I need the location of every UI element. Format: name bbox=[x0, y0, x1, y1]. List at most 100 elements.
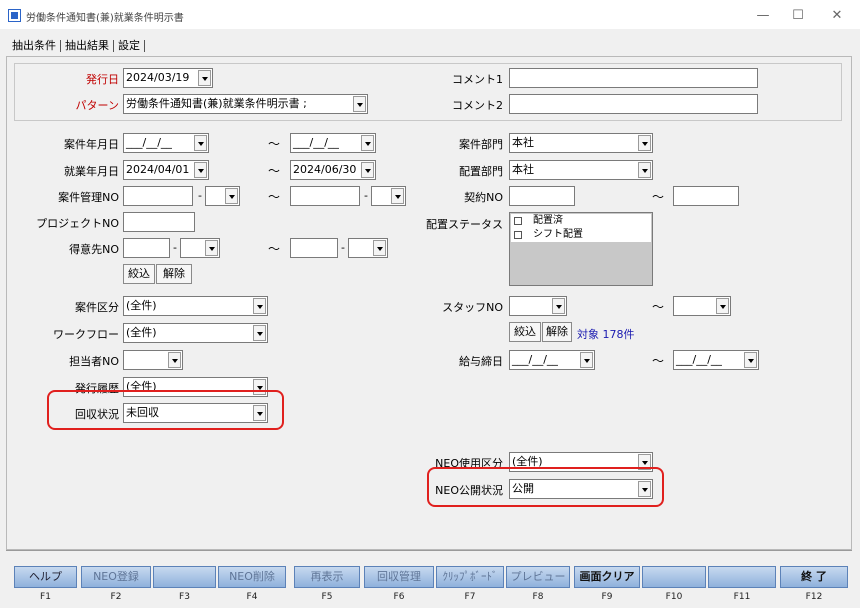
fkey-f1-help[interactable]: ヘルプ bbox=[14, 566, 77, 588]
project-no-input[interactable] bbox=[123, 212, 195, 232]
chevron-down-icon[interactable] bbox=[716, 298, 729, 314]
chevron-down-icon[interactable] bbox=[168, 352, 181, 368]
range-tilde: ～ bbox=[268, 242, 281, 256]
staff-clear-button[interactable]: 解除 bbox=[542, 322, 572, 342]
pay-close-date-from-select[interactable]: ___/__/__ bbox=[509, 350, 595, 370]
workflow-label: ワークフロー bbox=[53, 328, 119, 341]
dash-separator: - bbox=[173, 241, 177, 254]
staff-no-from-select[interactable] bbox=[509, 296, 567, 316]
range-tilde: ～ bbox=[268, 164, 281, 178]
work-date-to-select[interactable]: 2024/06/30 bbox=[290, 160, 376, 180]
comment1-input[interactable] bbox=[509, 68, 758, 88]
range-tilde: ～ bbox=[652, 354, 665, 368]
close-button[interactable]: ✕ bbox=[814, 0, 860, 30]
chevron-down-icon[interactable] bbox=[552, 298, 565, 314]
chevron-down-icon[interactable] bbox=[373, 240, 386, 256]
issue-date-select[interactable]: 2024/03/19 bbox=[123, 68, 213, 88]
case-dept-value: 本社 bbox=[512, 136, 534, 149]
pattern-select[interactable]: 労働条件通知書(兼)就業条件明示書 ; bbox=[123, 94, 368, 114]
fkey-f7-clipboard[interactable]: ｸﾘｯﾌﾟﾎﾞｰﾄﾞ bbox=[436, 566, 504, 588]
chevron-down-icon[interactable] bbox=[353, 96, 366, 112]
case-mgmt-no-label: 案件管理NO bbox=[58, 191, 119, 204]
chevron-down-icon[interactable] bbox=[205, 240, 218, 256]
fkey-f11[interactable] bbox=[708, 566, 776, 588]
work-date-label: 就業年月日 bbox=[64, 165, 119, 178]
work-date-from-select[interactable]: 2024/04/01 bbox=[123, 160, 209, 180]
case-dept-select[interactable]: 本社 bbox=[509, 133, 653, 153]
contract-no-from-input[interactable] bbox=[509, 186, 575, 206]
client-no-from-branch-select[interactable] bbox=[180, 238, 220, 258]
tab-extract-results[interactable]: 抽出結果 bbox=[63, 38, 111, 54]
client-no-to-input[interactable] bbox=[290, 238, 338, 258]
chevron-down-icon[interactable] bbox=[198, 70, 211, 86]
contract-no-to-input[interactable] bbox=[673, 186, 739, 206]
case-mgmt-no-from-branch-select[interactable] bbox=[205, 186, 240, 206]
pattern-value: 労働条件通知書(兼)就業条件明示書 ; bbox=[126, 97, 307, 110]
project-no-label: プロジェクトNO bbox=[36, 217, 119, 230]
staff-no-to-select[interactable] bbox=[673, 296, 731, 316]
fkey-f4-neo-delete[interactable]: NEO削除 bbox=[218, 566, 286, 588]
case-category-value: (全件) bbox=[126, 299, 157, 312]
chevron-down-icon[interactable] bbox=[253, 298, 266, 314]
chevron-down-icon[interactable] bbox=[361, 135, 374, 151]
pay-close-date-label: 給与締日 bbox=[459, 355, 503, 368]
chevron-down-icon[interactable] bbox=[638, 135, 651, 151]
chevron-down-icon[interactable] bbox=[225, 188, 238, 204]
checkbox[interactable] bbox=[514, 217, 522, 225]
neo-public-status-highlight bbox=[427, 467, 664, 507]
tab-extract-conditions[interactable]: 抽出条件 bbox=[10, 38, 58, 54]
chevron-down-icon[interactable] bbox=[361, 162, 374, 178]
comment2-label: コメント2 bbox=[452, 99, 503, 112]
fkey-f9-clear-screen[interactable]: 画面クリア bbox=[574, 566, 640, 588]
assign-dept-select[interactable]: 本社 bbox=[509, 160, 653, 180]
workflow-select[interactable]: (全件) bbox=[123, 323, 268, 343]
case-date-to-select[interactable]: ___/__/__ bbox=[290, 133, 376, 153]
fkey-label: F8 bbox=[532, 592, 544, 602]
fkey-f3[interactable] bbox=[153, 566, 216, 588]
fkey-f12-exit[interactable]: 終 了 bbox=[780, 566, 848, 588]
fkey-label: F10 bbox=[665, 592, 683, 602]
chevron-down-icon[interactable] bbox=[194, 162, 207, 178]
case-date-from-select[interactable]: ___/__/__ bbox=[123, 133, 209, 153]
case-category-select[interactable]: (全件) bbox=[123, 296, 268, 316]
fkey-f8-preview[interactable]: プレビュー bbox=[506, 566, 570, 588]
fkey-f6-collection-mgmt[interactable]: 回収管理 bbox=[364, 566, 434, 588]
clear-button[interactable]: 解除 bbox=[156, 264, 192, 284]
pay-close-date-to-value: ___/__/__ bbox=[676, 353, 722, 366]
staff-in-charge-no-select[interactable] bbox=[123, 350, 183, 370]
client-no-from-input[interactable] bbox=[123, 238, 170, 258]
case-mgmt-no-to-input[interactable] bbox=[290, 186, 360, 206]
case-mgmt-no-from-input[interactable] bbox=[123, 186, 193, 206]
tab-settings[interactable]: 設定 bbox=[116, 38, 142, 54]
list-item[interactable]: 配置済 bbox=[511, 214, 651, 228]
fkey-label: F12 bbox=[805, 592, 823, 602]
assign-status-list[interactable]: 配置済 シフト配置 bbox=[509, 212, 653, 286]
filter-button[interactable]: 絞込 bbox=[123, 264, 155, 284]
list-item[interactable]: シフト配置 bbox=[511, 228, 651, 242]
client-no-to-branch-select[interactable] bbox=[348, 238, 388, 258]
chevron-down-icon[interactable] bbox=[253, 325, 266, 341]
dash-separator: - bbox=[198, 189, 202, 202]
pay-close-date-to-select[interactable]: ___/__/__ bbox=[673, 350, 759, 370]
tab-separator bbox=[60, 40, 61, 52]
chevron-down-icon[interactable] bbox=[194, 135, 207, 151]
work-date-to-value: 2024/06/30 bbox=[293, 163, 357, 176]
chevron-down-icon[interactable] bbox=[638, 162, 651, 178]
case-date-from-value: ___/__/__ bbox=[126, 136, 172, 149]
issue-date-value: 2024/03/19 bbox=[126, 71, 190, 84]
fkey-f10[interactable] bbox=[642, 566, 706, 588]
range-tilde: ～ bbox=[268, 190, 281, 204]
staff-filter-button[interactable]: 絞込 bbox=[509, 322, 541, 342]
fkey-label: F7 bbox=[464, 592, 476, 602]
checkbox[interactable] bbox=[514, 231, 522, 239]
chevron-down-icon[interactable] bbox=[580, 352, 593, 368]
comment2-input[interactable] bbox=[509, 94, 758, 114]
fkey-label: F5 bbox=[321, 592, 333, 602]
tab-separator bbox=[113, 40, 114, 52]
chevron-down-icon[interactable] bbox=[744, 352, 757, 368]
case-category-label: 案件区分 bbox=[75, 301, 119, 314]
fkey-label: F1 bbox=[40, 592, 51, 602]
fkey-f5-refresh[interactable]: 再表示 bbox=[294, 566, 360, 588]
divider bbox=[6, 550, 852, 551]
fkey-f2-neo-register[interactable]: NEO登録 bbox=[81, 566, 151, 588]
